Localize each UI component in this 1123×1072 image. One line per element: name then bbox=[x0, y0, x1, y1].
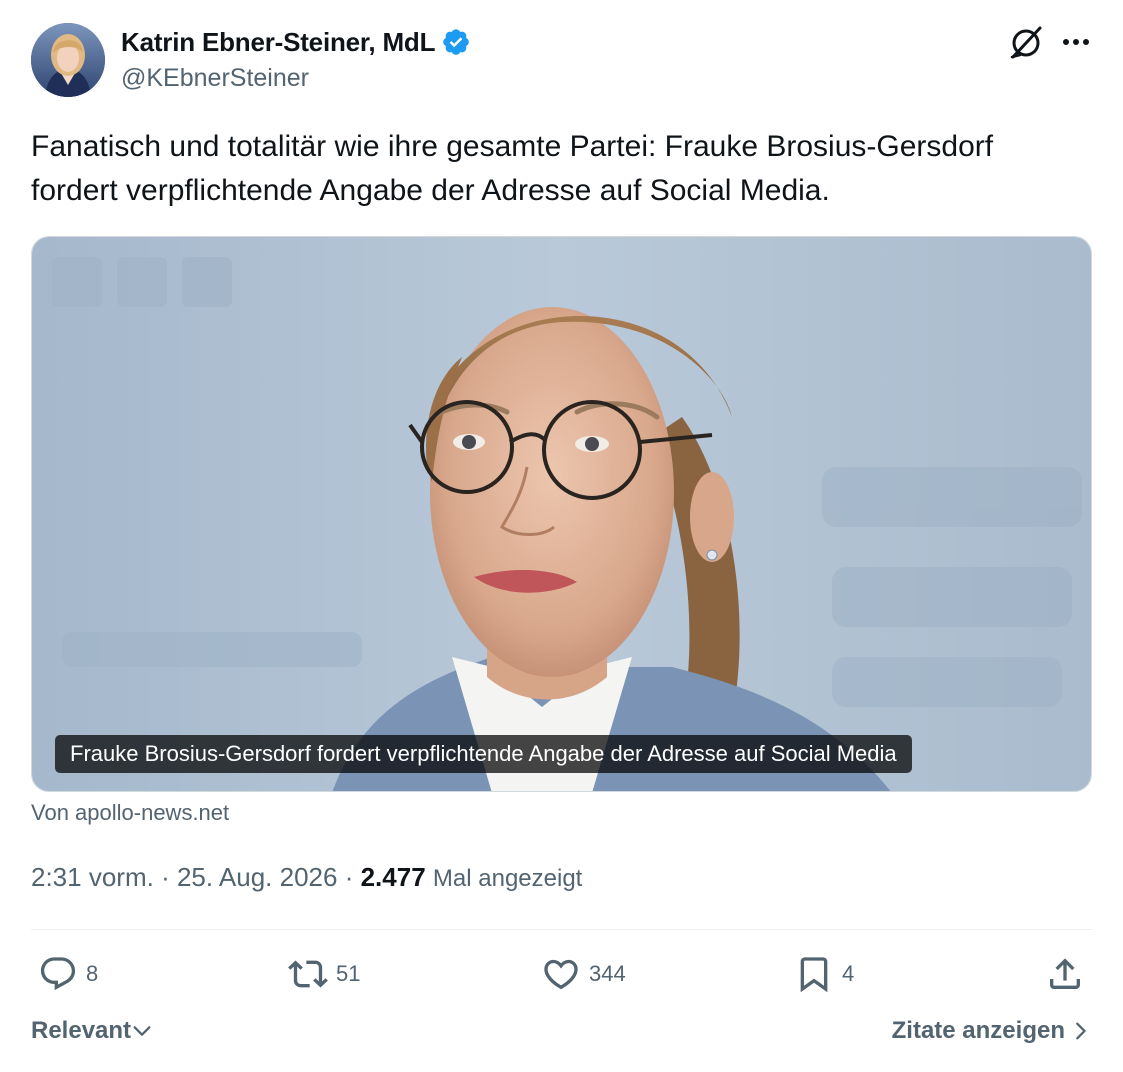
article-photo bbox=[32, 237, 1091, 791]
meta-separator: · bbox=[161, 862, 170, 892]
card-caption: Frauke Brosius-Gersdorf fordert verpflic… bbox=[55, 735, 912, 773]
quotes-label: Zitate anzeigen bbox=[891, 1017, 1065, 1044]
share-icon bbox=[1050, 958, 1080, 989]
sort-label: Relevant bbox=[31, 1017, 132, 1044]
verified-badge-icon[interactable] bbox=[441, 27, 471, 57]
tweet-text-line: fordert verpflichtende Angabe der Adress… bbox=[31, 174, 830, 207]
view-quotes-link[interactable]: Zitate anzeigen bbox=[892, 1017, 1091, 1045]
chevron-down-icon bbox=[133, 1026, 151, 1036]
tweet-text-line: Fanatisch und totalitär wie ihre gesamte… bbox=[31, 130, 994, 163]
bookmark-button[interactable]: 4 bbox=[794, 953, 854, 995]
like-button[interactable]: 344 bbox=[541, 953, 626, 995]
grok-icon[interactable] bbox=[1007, 24, 1045, 62]
author-avatar[interactable] bbox=[31, 23, 105, 97]
repost-button[interactable]: 51 bbox=[288, 953, 360, 995]
avatar-image bbox=[31, 23, 105, 97]
author-handle[interactable]: @KEbnerSteiner bbox=[121, 64, 471, 93]
views-label: Mal angezeigt bbox=[432, 865, 583, 892]
chevron-right-icon bbox=[1076, 1022, 1086, 1040]
sort-replies-dropdown[interactable]: Relevant bbox=[31, 1017, 153, 1045]
tweet-date[interactable]: 25. Aug. 2026 bbox=[177, 862, 337, 892]
like-count: 344 bbox=[589, 961, 626, 986]
more-options-icon[interactable] bbox=[1058, 26, 1094, 58]
reply-button[interactable]: 8 bbox=[38, 953, 98, 995]
meta-separator: · bbox=[344, 862, 354, 892]
reply-count: 8 bbox=[86, 961, 99, 986]
tweet-time[interactable]: 2:31 vorm. bbox=[31, 862, 154, 892]
author-block: Katrin Ebner-Steiner, MdL @KEbnerSteiner bbox=[121, 24, 471, 93]
tweet-text: Fanatisch und totalitär wie ihre gesamte… bbox=[31, 125, 1101, 213]
link-preview-card[interactable]: Frauke Brosius-Gersdorf fordert verpflic… bbox=[31, 236, 1092, 792]
repost-count: 51 bbox=[336, 961, 361, 986]
share-button[interactable] bbox=[1045, 953, 1085, 995]
heart-icon bbox=[544, 959, 578, 990]
card-source[interactable]: Von apollo-news.net bbox=[31, 800, 229, 826]
tweet-detail: Katrin Ebner-Steiner, MdL @KEbnerSteiner… bbox=[0, 0, 1123, 1072]
author-name[interactable]: Katrin Ebner-Steiner, MdL bbox=[121, 27, 435, 58]
bookmark-icon bbox=[800, 957, 828, 993]
reply-icon bbox=[40, 957, 76, 991]
repost-icon bbox=[288, 960, 328, 988]
bookmark-count: 4 bbox=[842, 961, 855, 986]
divider bbox=[31, 929, 1093, 930]
views-count: 2.477 bbox=[360, 862, 426, 892]
tweet-meta: 2:31 vorm. · 25. Aug. 2026 · 2.477 Mal a… bbox=[31, 862, 582, 893]
